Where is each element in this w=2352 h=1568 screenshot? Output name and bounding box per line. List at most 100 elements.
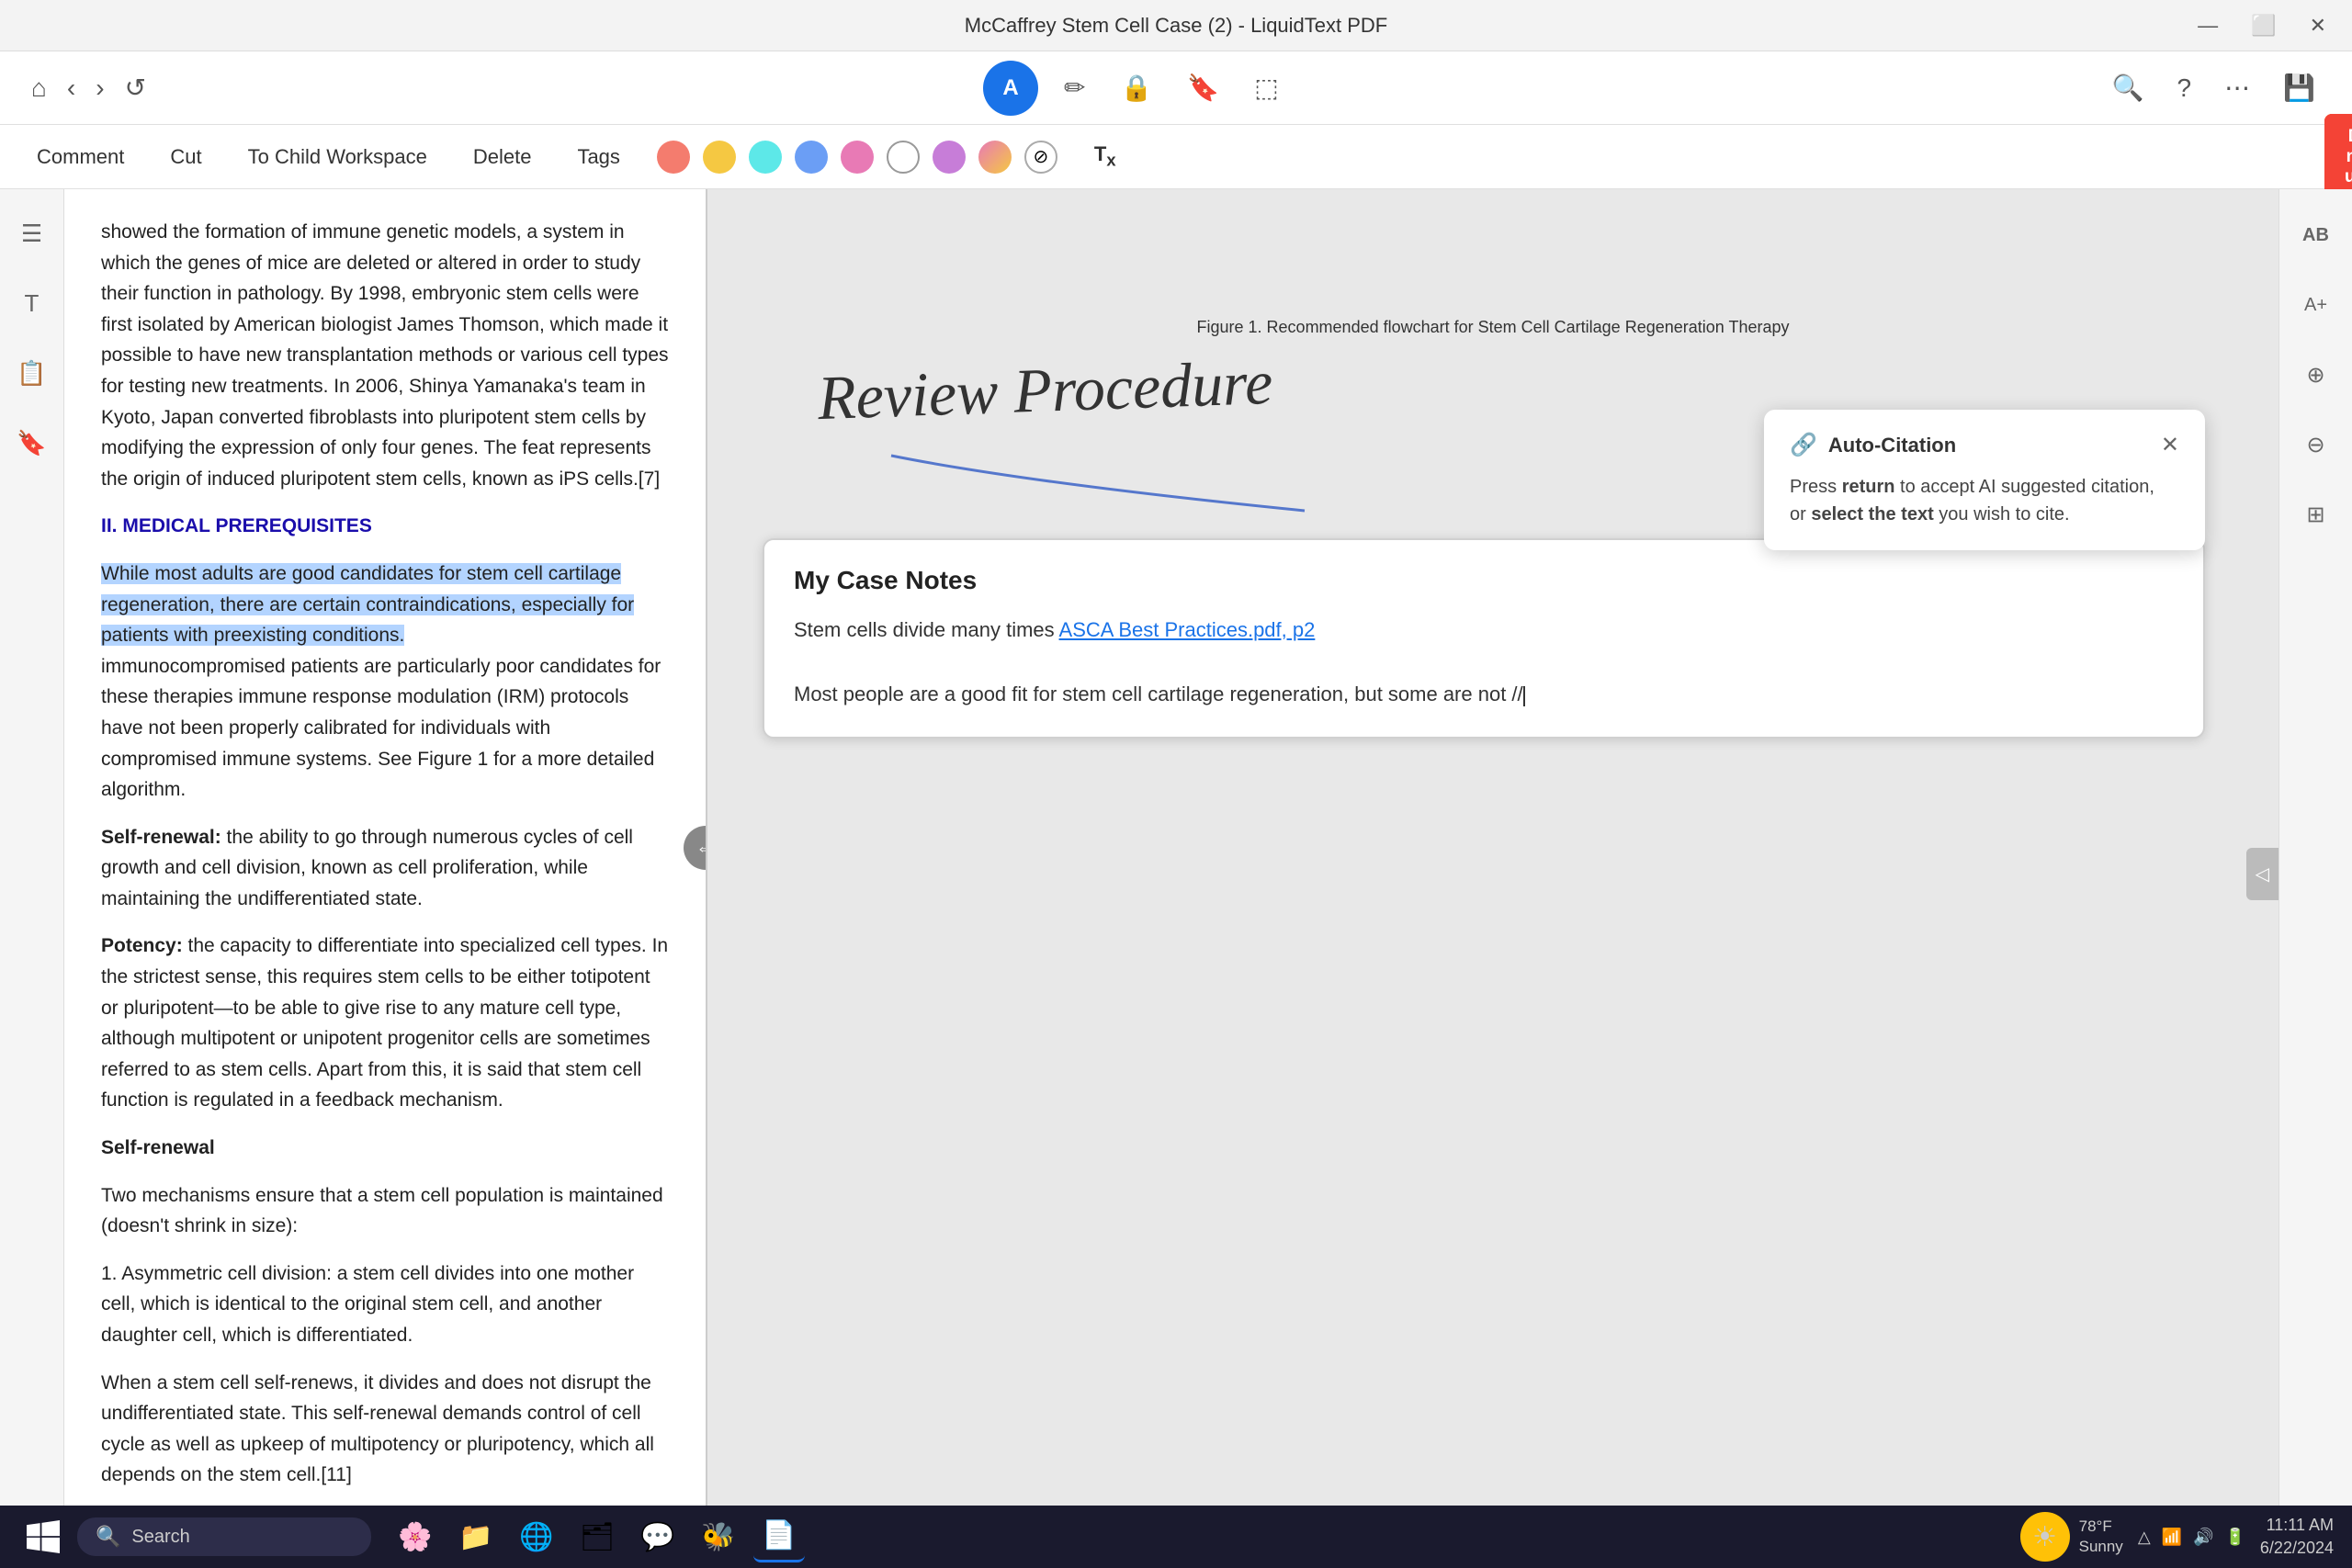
sidebar-copy-icon[interactable]: 📋 (6, 347, 58, 399)
color-slash[interactable]: ⊘ (1024, 141, 1057, 174)
color-mixed[interactable] (978, 141, 1012, 174)
pdf-self-renewal-desc: Two mechanisms ensure that a stem cell p… (101, 1180, 669, 1242)
close-button[interactable]: ✕ (2302, 10, 2334, 41)
tray-icon-volume: 🔊 (2193, 1528, 2213, 1547)
tray-icon-network: △ (2138, 1528, 2151, 1547)
pdf-content: showed the formation of immune genetic m… (101, 217, 669, 1506)
svg-text:Review Procedure: Review Procedure (816, 347, 1274, 433)
to-child-workspace-button[interactable]: To Child Workspace (239, 140, 436, 175)
titlebar-title: McCaffrey Stem Cell Case (2) - LiquidTex… (965, 14, 1388, 38)
delete-button[interactable]: Delete (464, 140, 541, 175)
case-notes-line1: Stem cells divide many times ASCA Best P… (794, 614, 2174, 646)
tray-icon-battery: 🔋 (2225, 1528, 2245, 1547)
do-not-use-note-2: Do not use (2324, 114, 2352, 200)
pdf-area[interactable]: showed the formation of immune genetic m… (64, 189, 707, 1506)
taskbar-search-icon: 🔍 (96, 1525, 120, 1549)
case-notes-line2: Most people are a good fit for stem cell… (794, 678, 2174, 710)
taskbar: 🔍 Search 🌸 📁 🌐 🗂 💬 🐝 📄 ☀ 78°F Sunny △ 📶 … (0, 1506, 2352, 1568)
sun-icon: ☀ (2020, 1512, 2070, 1562)
taskbar-app-explorer[interactable]: 🗂 (571, 1511, 623, 1562)
system-clock: 11:11 AM 6/22/2024 (2260, 1514, 2334, 1560)
text-format-button[interactable]: Tx (1085, 137, 1125, 175)
sidebar-bookmark-icon[interactable]: 🔖 (6, 417, 58, 468)
pdf-body-1: showed the formation of immune genetic m… (101, 217, 669, 494)
handwriting-text: Review Procedure (797, 326, 1371, 455)
handwriting-svg: Review Procedure (797, 326, 1370, 438)
auto-citation-popup: 🔗 Auto-Citation ✕ Press return to accept… (1764, 410, 2205, 550)
pdf-potency: Potency: the capacity to differentiate i… (101, 931, 669, 1116)
back-button[interactable]: ‹ (63, 70, 79, 107)
zoom-in-button[interactable]: ⊕ (2289, 347, 2344, 402)
popup-header: 🔗 Auto-Citation ✕ (1790, 432, 2179, 458)
toolbar-center: A ✏ 🔒 🔖 ⬚ (983, 61, 1288, 116)
bookmark-button[interactable]: 🔖 (1178, 67, 1228, 108)
search-button[interactable]: 🔍 (2103, 67, 2154, 108)
popup-close-button[interactable]: ✕ (2161, 432, 2179, 458)
context-toolbar: Comment Cut To Child Workspace Delete Ta… (0, 125, 2352, 189)
right-sidebar: AB A+ ⊕ ⊖ ⊞ ◁ (2278, 189, 2352, 1506)
zoom-out-button[interactable]: ⊖ (2289, 417, 2344, 472)
pdf-self-renewal-label: Self-renewal (101, 1133, 669, 1164)
user-avatar-button[interactable]: A (983, 61, 1038, 116)
popup-instruction: Press return to accept AI suggested cita… (1790, 473, 2179, 528)
maximize-button[interactable]: ⬜ (2244, 10, 2283, 41)
auto-citation-title: Auto-Citation (1828, 434, 1956, 457)
case-notes-body: Stem cells divide many times ASCA Best P… (794, 614, 2174, 711)
color-blue[interactable] (795, 141, 828, 174)
home-button[interactable]: ⌂ (28, 70, 51, 107)
taskbar-app-files[interactable]: 📁 (450, 1511, 502, 1562)
sidebar-list-icon[interactable]: ☰ (6, 208, 58, 259)
ab-button[interactable]: AB (2289, 208, 2344, 263)
comment-button[interactable]: Comment (28, 140, 133, 175)
taskbar-app-lotus[interactable]: 🌸 (390, 1511, 441, 1562)
case-notes-title: My Case Notes (794, 566, 2174, 595)
sidebar-text-icon[interactable]: T (6, 277, 58, 329)
titlebar-controls: — ⬜ ✕ (2190, 10, 2334, 41)
taskbar-app-teams[interactable]: 🐝 (693, 1511, 744, 1562)
save-button[interactable]: 💾 (2274, 67, 2324, 108)
taskbar-search-button[interactable]: 🔍 Search (77, 1517, 371, 1556)
color-yellow[interactable] (703, 141, 736, 174)
color-white[interactable] (887, 141, 920, 174)
zoom-in-text-button[interactable]: A+ (2289, 277, 2344, 333)
select-tool-button[interactable]: ⬚ (1245, 67, 1287, 108)
start-button[interactable] (18, 1512, 68, 1562)
citation-link[interactable]: ASCA Best Practices.pdf, p2 (1059, 618, 1316, 641)
forward-button[interactable]: › (92, 70, 107, 107)
titlebar: McCaffrey Stem Cell Case (2) - LiquidTex… (0, 0, 2352, 51)
split-handle[interactable]: ⇔ (684, 826, 707, 870)
lock-button[interactable]: 🔒 (1111, 67, 1161, 108)
color-purple[interactable] (933, 141, 966, 174)
right-collapse-button[interactable]: ◁ (2246, 848, 2278, 900)
toolbar-right: 🔍 ? ⋯ 💾 (2103, 67, 2324, 108)
color-red[interactable] (657, 141, 690, 174)
color-cyan[interactable] (749, 141, 782, 174)
undo-button[interactable]: ↺ (121, 69, 150, 107)
minimize-button[interactable]: — (2190, 10, 2225, 41)
toolbar-nav: ⌂ ‹ › ↺ (28, 69, 150, 107)
pdf-highlighted-paragraph: While most adults are good candidates fo… (101, 558, 669, 806)
cut-button[interactable]: Cut (161, 140, 210, 175)
left-sidebar: ☰ T 📋 🔖 (0, 189, 64, 1506)
tags-button[interactable]: Tags (568, 140, 628, 175)
case-notes-card[interactable]: My Case Notes Stem cells divide many tim… (763, 538, 2205, 739)
main-content: ☰ T 📋 🔖 showed the formation of immune g… (0, 189, 2352, 1506)
color-pink[interactable] (841, 141, 874, 174)
taskbar-app-chat[interactable]: 💬 (632, 1511, 684, 1562)
pdf-mechanism-1: 1. Asymmetric cell division: a stem cell… (101, 1258, 669, 1351)
taskbar-search-text: Search (131, 1527, 189, 1548)
pen-tool-button[interactable]: ✏ (1055, 67, 1094, 108)
taskbar-app-browser[interactable]: 🌐 (511, 1511, 562, 1562)
fit-page-button[interactable]: ⊞ (2289, 487, 2344, 542)
pdf-self-renewal: Self-renewal: the ability to go through … (101, 822, 669, 915)
pdf-self-renews: When a stem cell self-renews, it divides… (101, 1368, 669, 1491)
help-button[interactable]: ? (2168, 68, 2201, 108)
workspace-area[interactable]: Figure 1. Recommended flowchart for Stem… (707, 189, 2278, 1506)
weather-widget: ☀ 78°F Sunny (2020, 1512, 2123, 1562)
color-palette: ⊘ (657, 141, 1057, 174)
taskbar-right: ☀ 78°F Sunny △ 📶 🔊 🔋 11:11 AM 6/22/2024 (2020, 1512, 2334, 1562)
tray-icon-wifi: 📶 (2162, 1528, 2182, 1547)
auto-citation-link-icon: 🔗 (1790, 432, 1817, 458)
taskbar-app-liquidtext[interactable]: 📄 (753, 1511, 805, 1562)
more-options-button[interactable]: ⋯ (2215, 67, 2259, 108)
